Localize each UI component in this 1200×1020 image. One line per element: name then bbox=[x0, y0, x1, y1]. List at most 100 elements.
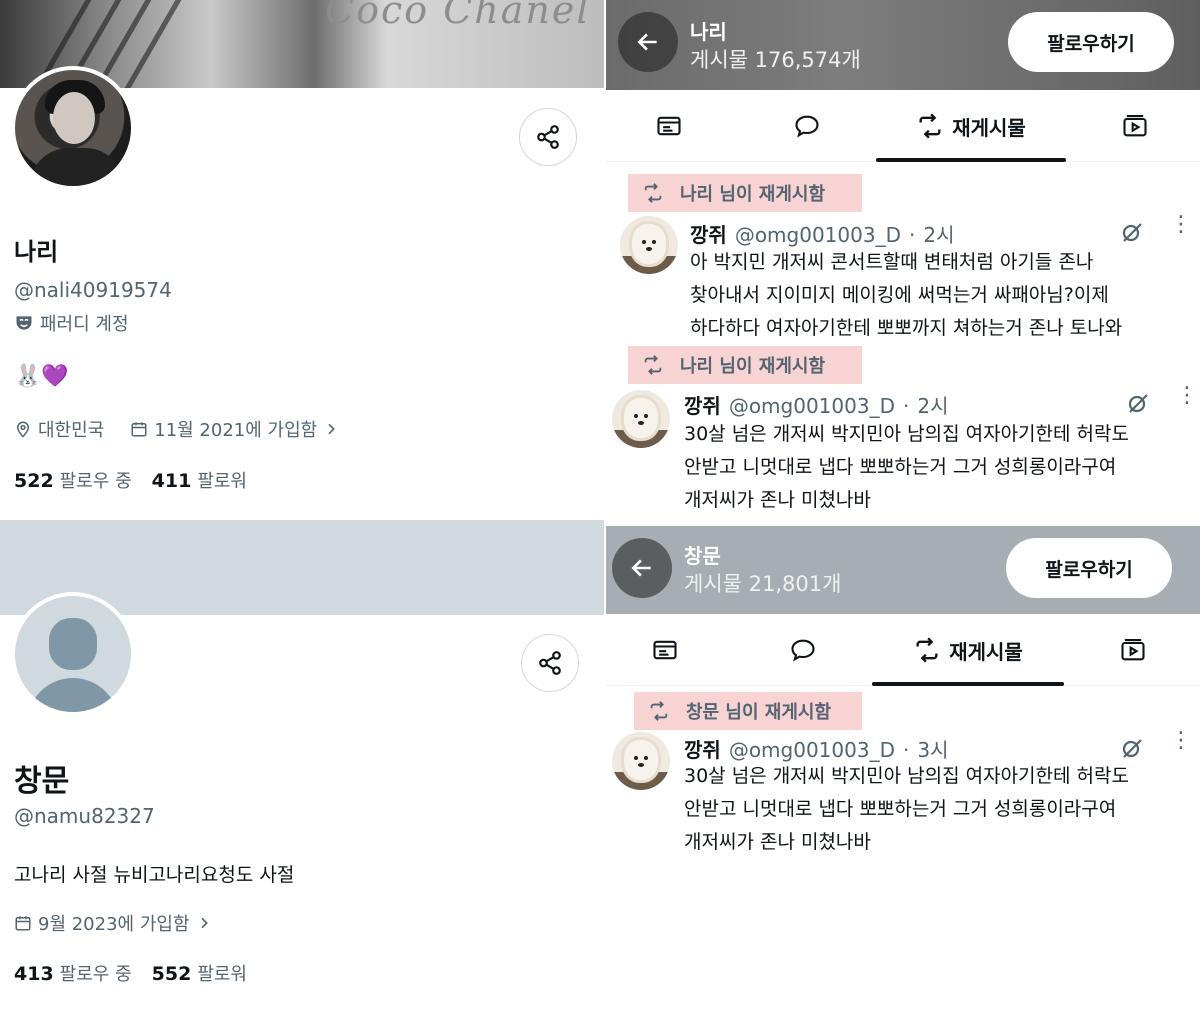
active-tab-indicator bbox=[872, 682, 1064, 686]
video-icon bbox=[1121, 639, 1145, 661]
followers-count[interactable]: 552 bbox=[152, 963, 192, 985]
tab-replies[interactable] bbox=[770, 614, 836, 686]
tweet-header: 깡쥐 @omg001003_D · 2시 bbox=[690, 219, 954, 248]
tab-media[interactable] bbox=[1102, 90, 1168, 162]
more-options-icon[interactable]: ⋮ bbox=[1170, 730, 1192, 752]
profile-meta: 9월 2023에 가입함 bbox=[14, 910, 212, 936]
tweet-handle[interactable]: @omg001003_D bbox=[735, 223, 901, 247]
header-name: 창문 bbox=[684, 544, 721, 568]
avatar[interactable] bbox=[11, 592, 135, 716]
profile-counts: 522 팔로우 중 411 팔로워 bbox=[14, 467, 247, 493]
header-name: 나리 bbox=[690, 20, 727, 44]
profile-location: 대한민국 bbox=[38, 420, 105, 441]
grok-icon[interactable] bbox=[1120, 220, 1144, 244]
calendar-icon bbox=[15, 916, 31, 931]
tweet-text-line: 30살 넘은 개저씨 박지민아 남의집 여자아기한테 허락도 bbox=[684, 423, 1129, 445]
grok-icon[interactable] bbox=[1126, 391, 1150, 415]
followers-count[interactable]: 411 bbox=[152, 470, 192, 492]
tab-posts[interactable] bbox=[632, 614, 698, 686]
tweet-text-line: 아 박지민 개저씨 콘서트할때 변태처럼 아기들 존나 bbox=[690, 251, 1094, 273]
tweet-time[interactable]: 3시 bbox=[917, 734, 948, 763]
tweet-handle[interactable]: @omg001003_D bbox=[729, 738, 895, 762]
tweet-header: 깡쥐 @omg001003_D · 3시 bbox=[684, 734, 948, 763]
repost-ribbon-label: 나리 님이 재게시함 bbox=[680, 184, 826, 205]
tweet-time[interactable]: 2시 bbox=[923, 219, 954, 248]
tab-media[interactable] bbox=[1100, 614, 1166, 686]
tweet-author[interactable]: 깡쥐 bbox=[684, 390, 721, 419]
header-post-count: 게시물 176,574개 bbox=[690, 48, 861, 72]
parody-label-text: 패러디 계정 bbox=[40, 314, 129, 335]
more-options-icon[interactable]: ⋮ bbox=[1170, 214, 1192, 236]
tweet-author[interactable]: 깡쥐 bbox=[684, 734, 721, 763]
tweet-separator: · bbox=[908, 223, 916, 247]
tweet-separator: · bbox=[902, 394, 910, 418]
profile-tabs: 재게시물 bbox=[606, 614, 1200, 686]
share-button[interactable] bbox=[521, 634, 579, 692]
timeline-panel-nari: 나리 게시물 176,574개 팔로우하기 재게시물 나리 님이 재게시함 깡쥐… bbox=[606, 0, 1200, 520]
following-count[interactable]: 522 bbox=[14, 470, 54, 492]
profile-joined: 9월 2023에 가입함 bbox=[38, 914, 190, 935]
chevron-right-icon[interactable] bbox=[196, 915, 212, 931]
sticky-header: 나리 게시물 176,574개 팔로우하기 bbox=[606, 0, 1200, 90]
profile-panel-nari: Coco Chanel 나리 @nali40919574 패러디 계정 🐰💜 대… bbox=[0, 0, 604, 520]
profile-panel-changmun: 창문 @namu82327 고나리 사절 뉴비고나리요청도 사절 9월 2023… bbox=[0, 520, 604, 1020]
tweet-separator: · bbox=[902, 738, 910, 762]
tab-posts[interactable] bbox=[636, 90, 702, 162]
repost-icon bbox=[650, 701, 668, 721]
speech-bubble-icon bbox=[795, 115, 819, 138]
posts-icon bbox=[657, 116, 681, 136]
tweet-text: 30살 넘은 개저씨 박지민아 남의집 여자아기한테 허락도 안받고 니멋대로 … bbox=[684, 760, 1194, 859]
back-button[interactable] bbox=[612, 538, 672, 598]
share-button[interactable] bbox=[519, 108, 577, 166]
repost-icon bbox=[644, 183, 662, 203]
tweet-author[interactable]: 깡쥐 bbox=[690, 219, 727, 248]
avatar[interactable] bbox=[11, 66, 135, 190]
active-tab-indicator bbox=[876, 158, 1066, 162]
profile-bio: 🐰💜 bbox=[14, 364, 69, 389]
profile-handle: @namu82327 bbox=[14, 804, 155, 828]
arrow-left-icon bbox=[631, 559, 651, 577]
follow-button[interactable]: 팔로우하기 bbox=[1006, 538, 1172, 598]
tweet-handle[interactable]: @omg001003_D bbox=[729, 394, 895, 418]
tab-reposts[interactable]: 재게시물 bbox=[872, 614, 1064, 686]
following-count[interactable]: 413 bbox=[14, 963, 54, 985]
tab-reposts-label: 재게시물 bbox=[949, 639, 1023, 664]
following-label[interactable]: 팔로우 중 bbox=[60, 467, 132, 493]
parody-label[interactable]: 패러디 계정 bbox=[14, 310, 129, 336]
share-icon bbox=[537, 125, 559, 149]
share-icon bbox=[539, 651, 561, 675]
theater-mask-icon bbox=[16, 316, 32, 330]
posts-icon bbox=[653, 640, 677, 660]
tweet-time[interactable]: 2시 bbox=[917, 390, 948, 419]
tab-replies[interactable] bbox=[774, 90, 840, 162]
follow-button[interactable]: 팔로우하기 bbox=[1008, 12, 1174, 72]
tab-reposts[interactable]: 재게시물 bbox=[876, 90, 1066, 162]
tweet-text-line: 개저씨가 존나 미쳤나바 bbox=[684, 831, 871, 853]
profile-bio: 고나리 사절 뉴비고나리요청도 사절 bbox=[14, 864, 295, 886]
grok-icon[interactable] bbox=[1120, 736, 1144, 760]
profile-display-name: 창문 bbox=[14, 764, 70, 799]
sticky-header: 창문 게시물 21,801개 팔로우하기 bbox=[606, 526, 1200, 614]
profile-handle: @nali40919574 bbox=[14, 278, 172, 302]
tweet-avatar[interactable] bbox=[612, 732, 670, 790]
tweet-avatar[interactable] bbox=[620, 216, 678, 274]
profile-counts: 413 팔로우 중 552 팔로워 bbox=[14, 960, 247, 986]
following-label[interactable]: 팔로우 중 bbox=[60, 960, 132, 986]
followers-label[interactable]: 팔로워 bbox=[197, 467, 247, 493]
tweet-text: 30살 넘은 개저씨 박지민아 남의집 여자아기한테 허락도 안받고 니멋대로 … bbox=[684, 418, 1194, 517]
arrow-left-icon bbox=[637, 33, 657, 51]
tweet-text: 아 박지민 개저씨 콘서트할때 변태처럼 아기들 존나 찾아내서 지이미지 메이… bbox=[690, 246, 1180, 345]
followers-label[interactable]: 팔로워 bbox=[197, 960, 247, 986]
tweet-header: 깡쥐 @omg001003_D · 2시 bbox=[684, 390, 948, 419]
repost-ribbon-label: 나리 님이 재게시함 bbox=[680, 356, 826, 377]
tweet-text-line: 안받고 니멋대로 냅다 뽀뽀하는거 그거 성희롱이라구여 bbox=[684, 456, 1117, 478]
tweet-avatar[interactable] bbox=[612, 390, 670, 448]
repost-ribbon: 나리 님이 재게시함 bbox=[628, 174, 862, 212]
tweet-text-line: 개저씨가 존나 미쳤나바 bbox=[684, 489, 871, 511]
chevron-right-icon[interactable] bbox=[323, 421, 339, 437]
repost-icon bbox=[916, 637, 938, 663]
more-options-icon[interactable]: ⋮ bbox=[1176, 385, 1198, 407]
profile-joined: 11월 2021에 가입함 bbox=[154, 420, 318, 441]
banner-railing bbox=[124, 0, 182, 88]
back-button[interactable] bbox=[618, 12, 678, 72]
